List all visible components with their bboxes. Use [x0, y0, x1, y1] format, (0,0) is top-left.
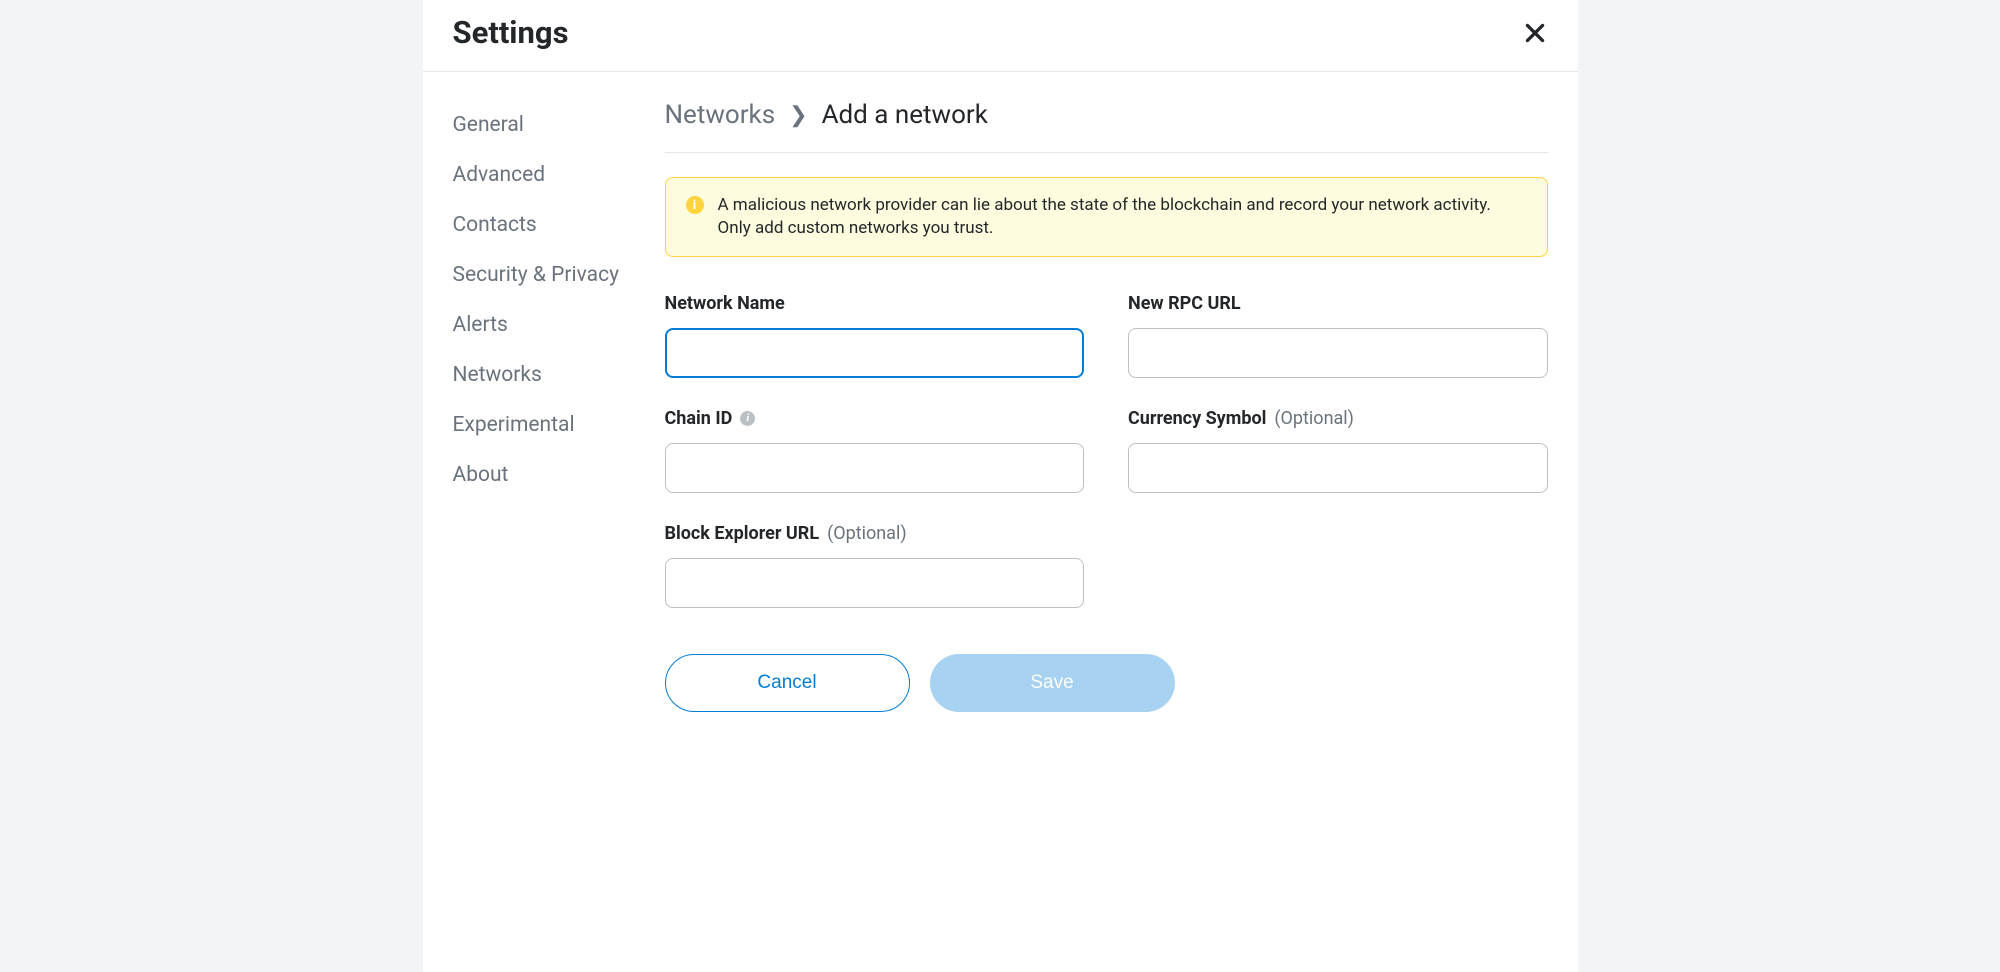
label-block-explorer: Block Explorer URL (Optional) [665, 523, 1085, 544]
modal-title: Settings [453, 14, 569, 51]
close-icon [1522, 20, 1548, 46]
input-network-name[interactable] [665, 328, 1085, 378]
modal-body: General Advanced Contacts Security & Pri… [423, 72, 1578, 712]
form-buttons: Cancel Save [665, 654, 1548, 712]
network-form: Network Name New RPC URL Chain ID i [665, 293, 1548, 608]
sidebar-item-networks[interactable]: Networks [453, 350, 665, 400]
sidebar-item-security-privacy[interactable]: Security & Privacy [453, 250, 665, 300]
settings-content: Networks ❯ Add a network i A malicious n… [665, 72, 1578, 712]
field-network-name: Network Name [665, 293, 1085, 378]
label-network-name: Network Name [665, 293, 1085, 314]
input-block-explorer[interactable] [665, 558, 1085, 608]
warning-banner: i A malicious network provider can lie a… [665, 177, 1548, 257]
settings-modal: Settings General Advanced Contacts Secur… [423, 0, 1578, 972]
label-rpc-url: New RPC URL [1128, 293, 1548, 314]
info-icon: i [686, 196, 704, 214]
save-button[interactable]: Save [930, 654, 1175, 712]
sidebar-item-experimental[interactable]: Experimental [453, 400, 665, 450]
sidebar-item-alerts[interactable]: Alerts [453, 300, 665, 350]
tooltip-icon[interactable]: i [740, 411, 755, 426]
settings-sidebar: General Advanced Contacts Security & Pri… [423, 72, 665, 712]
sidebar-item-general[interactable]: General [453, 100, 665, 150]
field-rpc-url: New RPC URL [1128, 293, 1548, 378]
sidebar-item-about[interactable]: About [453, 450, 665, 500]
warning-text: A malicious network provider can lie abo… [718, 194, 1527, 240]
label-chain-id: Chain ID i [665, 408, 1085, 429]
field-chain-id: Chain ID i [665, 408, 1085, 493]
close-button[interactable] [1522, 20, 1548, 46]
breadcrumb-current: Add a network [822, 100, 988, 130]
field-block-explorer: Block Explorer URL (Optional) [665, 523, 1085, 608]
breadcrumb-parent[interactable]: Networks [665, 100, 776, 130]
breadcrumb: Networks ❯ Add a network [665, 100, 1548, 153]
input-rpc-url[interactable] [1128, 328, 1548, 378]
sidebar-item-advanced[interactable]: Advanced [453, 150, 665, 200]
input-currency-symbol[interactable] [1128, 443, 1548, 493]
chevron-right-icon: ❯ [789, 103, 807, 128]
field-currency-symbol: Currency Symbol (Optional) [1128, 408, 1548, 493]
input-chain-id[interactable] [665, 443, 1085, 493]
modal-header: Settings [423, 0, 1578, 72]
cancel-button[interactable]: Cancel [665, 654, 910, 712]
sidebar-item-contacts[interactable]: Contacts [453, 200, 665, 250]
label-currency-symbol: Currency Symbol (Optional) [1128, 408, 1548, 429]
